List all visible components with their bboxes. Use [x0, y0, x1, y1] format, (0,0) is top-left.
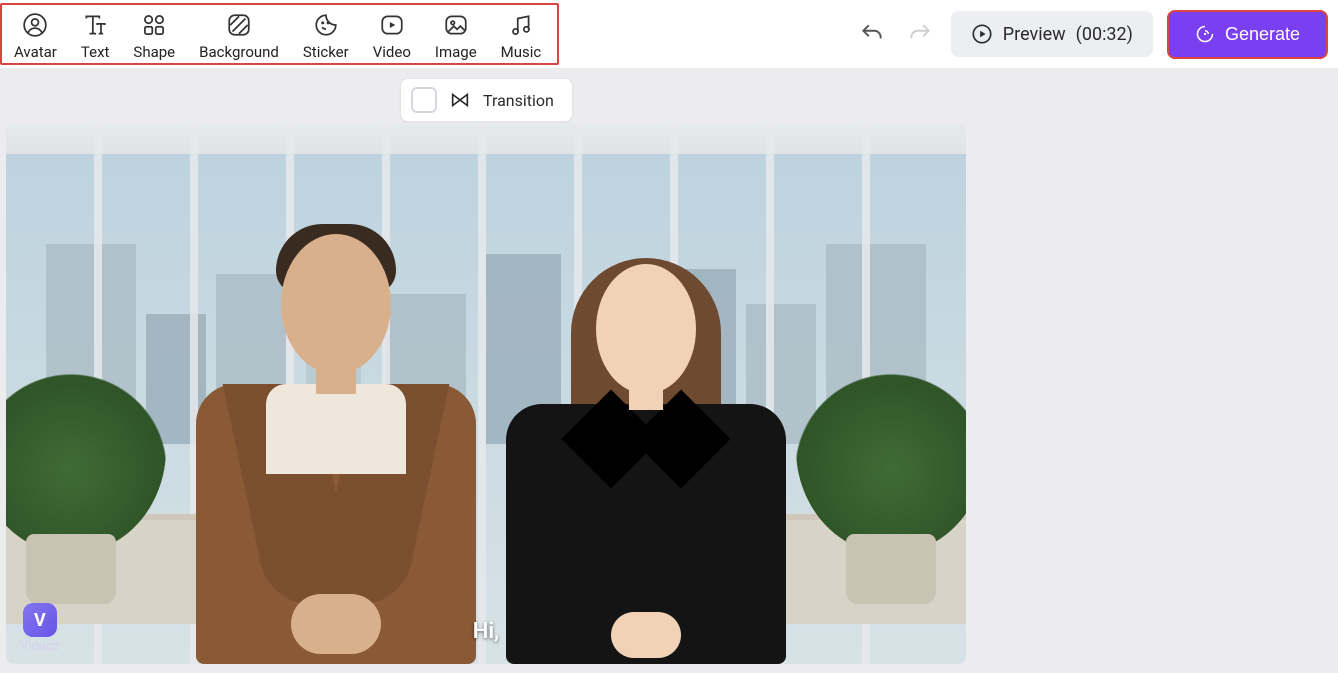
watermark: V Vidnoz	[20, 603, 60, 654]
generate-icon	[1195, 24, 1215, 44]
tool-image-label: Image	[435, 43, 477, 61]
canvas-subtitle: Hi,	[473, 619, 499, 644]
transition-icon	[449, 89, 471, 111]
tool-video-label: Video	[373, 43, 411, 61]
tool-image[interactable]: Image	[423, 7, 489, 61]
scene-plant-left	[6, 344, 166, 604]
workspace: Transition Hi, V Vidnoz	[0, 68, 1338, 673]
preview-label: Preview	[1003, 24, 1066, 45]
tool-sticker[interactable]: Sticker	[291, 7, 361, 61]
shape-icon	[141, 11, 167, 39]
tool-text[interactable]: Text	[69, 7, 122, 61]
top-bar: Avatar Text Shape	[0, 0, 1338, 68]
preview-button[interactable]: Preview (00:32)	[951, 11, 1153, 57]
redo-button[interactable]	[903, 17, 937, 51]
tool-shape[interactable]: Shape	[121, 7, 187, 61]
tool-video[interactable]: Video	[361, 7, 423, 61]
tool-avatar-label: Avatar	[14, 43, 57, 61]
generate-label: Generate	[1225, 24, 1300, 45]
tool-text-label: Text	[81, 43, 110, 61]
tool-music[interactable]: Music	[489, 7, 554, 61]
image-icon	[443, 11, 469, 39]
tool-background-label: Background	[199, 43, 279, 61]
music-icon	[508, 11, 534, 39]
avatar-male[interactable]	[196, 234, 476, 664]
scene-plant-right	[796, 344, 966, 604]
video-icon	[379, 11, 405, 39]
toolbar: Avatar Text Shape	[0, 3, 559, 65]
watermark-text: Vidnoz	[20, 639, 60, 654]
tool-music-label: Music	[501, 43, 542, 61]
tool-background[interactable]: Background	[187, 7, 291, 61]
scene-ceiling	[6, 124, 966, 154]
sticker-icon	[313, 11, 339, 39]
transition-label: Transition	[483, 91, 554, 110]
video-canvas[interactable]: Hi, V Vidnoz	[6, 124, 966, 664]
watermark-logo-icon: V	[23, 603, 57, 637]
tool-sticker-label: Sticker	[303, 43, 349, 61]
top-right-actions: Preview (00:32) Generate	[855, 10, 1328, 59]
preview-time: (00:32)	[1076, 24, 1133, 45]
avatar-female[interactable]	[506, 264, 786, 664]
undo-button[interactable]	[855, 17, 889, 51]
transition-toggle[interactable]: Transition	[400, 78, 573, 122]
tool-avatar[interactable]: Avatar	[2, 7, 69, 61]
text-icon	[82, 11, 108, 39]
avatar-icon	[22, 11, 48, 39]
play-circle-icon	[971, 23, 993, 45]
generate-button[interactable]: Generate	[1167, 10, 1328, 59]
tool-shape-label: Shape	[133, 43, 175, 61]
background-icon	[226, 11, 252, 39]
transition-checkbox[interactable]	[411, 87, 437, 113]
